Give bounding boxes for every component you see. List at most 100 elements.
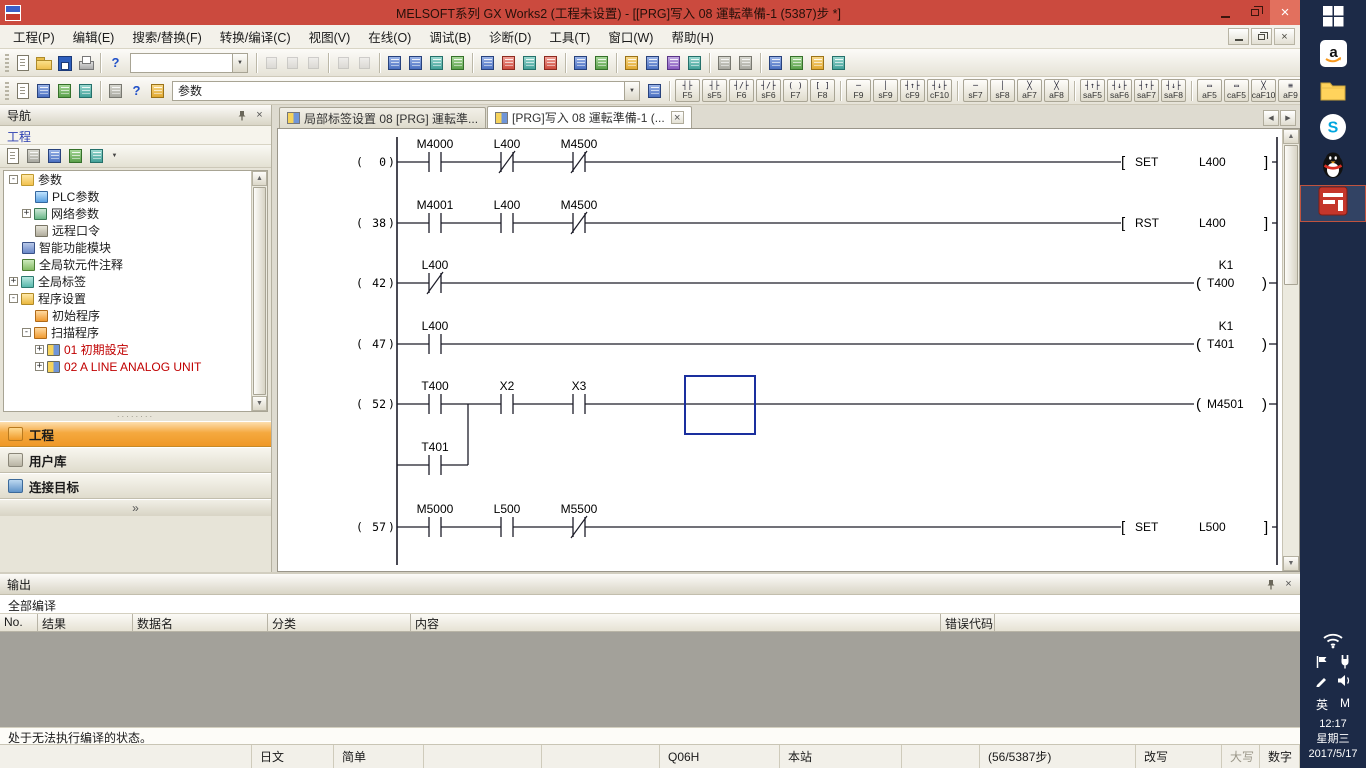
menu-item-4[interactable]: 转换/编译(C) [211, 24, 300, 49]
monitor-mode-icon[interactable] [478, 54, 497, 72]
taskbar-app-qq[interactable] [1300, 148, 1366, 185]
tree-expander-icon[interactable]: + [35, 362, 44, 371]
help-ladder-icon[interactable] [127, 82, 146, 100]
wifi-icon[interactable] [1322, 631, 1344, 654]
ime-mode-indicator[interactable]: M [1340, 696, 1350, 713]
nav-view-button-2[interactable]: 用户库 [0, 447, 271, 473]
scroll-down-icon[interactable]: ▼ [252, 396, 267, 411]
scroll-up-icon[interactable]: ▲ [252, 171, 267, 186]
ladder-symbol-button-caF10[interactable]: ╳caF10 [1251, 79, 1276, 102]
ladder-symbol-button-cF9[interactable]: ┤↑├cF9 [900, 79, 925, 102]
device-combo[interactable]: 参数▼ [172, 81, 640, 101]
help-icon[interactable] [106, 54, 125, 72]
ladder-symbol-button-sF6[interactable]: ┤/├sF6 [756, 79, 781, 102]
mdi-restore-button[interactable] [1251, 28, 1272, 45]
refresh-view-icon[interactable] [66, 147, 85, 165]
ladder-symbol-button-caF5[interactable]: ▭caF5 [1224, 79, 1249, 102]
panel-resize-handle[interactable]: ········ [0, 412, 271, 421]
display-comment-icon[interactable] [766, 54, 785, 72]
tree-item-5[interactable]: 智能功能模块 [4, 239, 267, 256]
tree-item-12[interactable]: +02 A LINE ANALOG UNIT [4, 358, 267, 375]
ime-language-indicator[interactable]: 英 [1316, 696, 1328, 713]
data-security-icon[interactable] [45, 147, 64, 165]
remote-operation-icon[interactable] [448, 54, 467, 72]
replace-icon[interactable] [736, 54, 755, 72]
tab-close-icon[interactable]: × [671, 111, 684, 124]
chevron-down-icon[interactable]: ▼ [624, 82, 639, 100]
ladder-symbol-button-saF8[interactable]: ┤↓├saF8 [1161, 79, 1186, 102]
stop-monitor-icon[interactable] [541, 54, 560, 72]
new-data-icon[interactable] [3, 147, 22, 165]
tree-item-9[interactable]: 初始程序 [4, 307, 267, 324]
tree-expander-icon[interactable]: + [9, 277, 18, 286]
taskbar-app-amazon[interactable]: a [1300, 37, 1366, 74]
write-to-plc-icon[interactable] [385, 54, 404, 72]
data-switch-icon[interactable] [55, 82, 74, 100]
tree-expander-icon[interactable]: + [35, 345, 44, 354]
taskbar-app-gx-works2[interactable] [1300, 185, 1366, 222]
redo-icon[interactable] [355, 54, 374, 72]
scroll-up-icon[interactable]: ▲ [1283, 129, 1299, 144]
cut-icon[interactable] [262, 54, 281, 72]
ladder-symbol-button-saF7[interactable]: ┤↑├saF7 [1134, 79, 1159, 102]
menu-item-10[interactable]: 窗口(W) [599, 24, 662, 49]
tree-item-4[interactable]: 远程口令 [4, 222, 267, 239]
ladder-canvas[interactable]: (0)M4000L400M4500[SETL400](38)M4001L400M… [277, 128, 1300, 572]
tree-item-1[interactable]: -参数 [4, 171, 267, 188]
tab-scroll-right-icon[interactable]: ▶ [1280, 110, 1296, 126]
scroll-down-icon[interactable]: ▼ [1283, 556, 1299, 571]
nav-view-button-3[interactable]: 连接目标 [0, 473, 271, 499]
document-tab-2[interactable]: [PRG]写入 08 運転準備-1 (...× [487, 106, 692, 128]
ladder-symbol-button-sF7[interactable]: ─sF7 [963, 79, 988, 102]
toolbar-grip[interactable] [5, 82, 9, 100]
open-project-icon[interactable] [34, 54, 53, 72]
ladder-symbol-button-aF5[interactable]: ▭aF5 [1197, 79, 1222, 102]
display-note-icon[interactable] [808, 54, 827, 72]
menu-item-7[interactable]: 调试(B) [420, 24, 480, 49]
taskbar-app-start-button[interactable] [1300, 0, 1366, 37]
tree-item-2[interactable]: PLC参数 [4, 188, 267, 205]
ladder-symbol-button-saF6[interactable]: ┤↓├saF6 [1107, 79, 1132, 102]
comment-edit-icon[interactable] [106, 82, 125, 100]
find-icon[interactable] [715, 54, 734, 72]
pin-icon[interactable] [1263, 577, 1278, 591]
power-icon[interactable] [1338, 654, 1352, 674]
zoom-icon[interactable] [829, 54, 848, 72]
ladder-symbol-button-F9[interactable]: ─F9 [846, 79, 871, 102]
ladder-scrollbar[interactable]: ▲ ▼ [1282, 129, 1299, 571]
tree-item-3[interactable]: +网络参数 [4, 205, 267, 222]
device-display-icon[interactable] [76, 82, 95, 100]
display-mode-icon[interactable] [87, 147, 106, 165]
restore-button[interactable] [1240, 0, 1270, 25]
menu-item-8[interactable]: 诊断(D) [480, 24, 540, 49]
ladder-symbol-button-sF9[interactable]: │sF9 [873, 79, 898, 102]
close-button[interactable]: × [1270, 0, 1300, 25]
mdi-minimize-button[interactable] [1228, 28, 1249, 45]
verify-with-plc-icon[interactable] [427, 54, 446, 72]
display-statement-icon[interactable] [787, 54, 806, 72]
entry-data-monitor-icon[interactable] [592, 54, 611, 72]
program-check-icon[interactable] [685, 54, 704, 72]
tab-scroll-left-icon[interactable]: ◀ [1263, 110, 1279, 126]
save-project-icon[interactable] [55, 54, 74, 72]
speaker-icon[interactable] [1337, 674, 1352, 692]
nav-collapse-chevron[interactable]: » [0, 499, 271, 516]
pin-icon[interactable] [234, 108, 249, 122]
ladder-symbol-button-aF8[interactable]: ╳aF8 [1044, 79, 1069, 102]
pen-icon[interactable] [1315, 674, 1328, 692]
tree-item-6[interactable]: 全局软元件注释 [4, 256, 267, 273]
fb-selection-icon[interactable] [34, 82, 53, 100]
menu-item-2[interactable]: 编辑(E) [64, 24, 124, 49]
rebuild-all-icon[interactable] [664, 54, 683, 72]
scroll-thumb[interactable] [1284, 145, 1298, 285]
document-tab-1[interactable]: 局部标签设置 08 [PRG] 運転準... [279, 107, 486, 128]
device-batch-monitor-icon[interactable] [571, 54, 590, 72]
ladder-symbol-button-aF7[interactable]: ╳aF7 [1017, 79, 1042, 102]
mdi-close-button[interactable]: × [1274, 28, 1295, 45]
sort-data-icon[interactable] [24, 147, 43, 165]
ladder-symbol-button-cF10[interactable]: ┤↓├cF10 [927, 79, 952, 102]
build-icon[interactable] [622, 54, 641, 72]
find-device-icon[interactable] [645, 82, 664, 100]
ladder-symbol-button-F8[interactable]: [ ]F8 [810, 79, 835, 102]
menu-item-9[interactable]: 工具(T) [540, 24, 599, 49]
